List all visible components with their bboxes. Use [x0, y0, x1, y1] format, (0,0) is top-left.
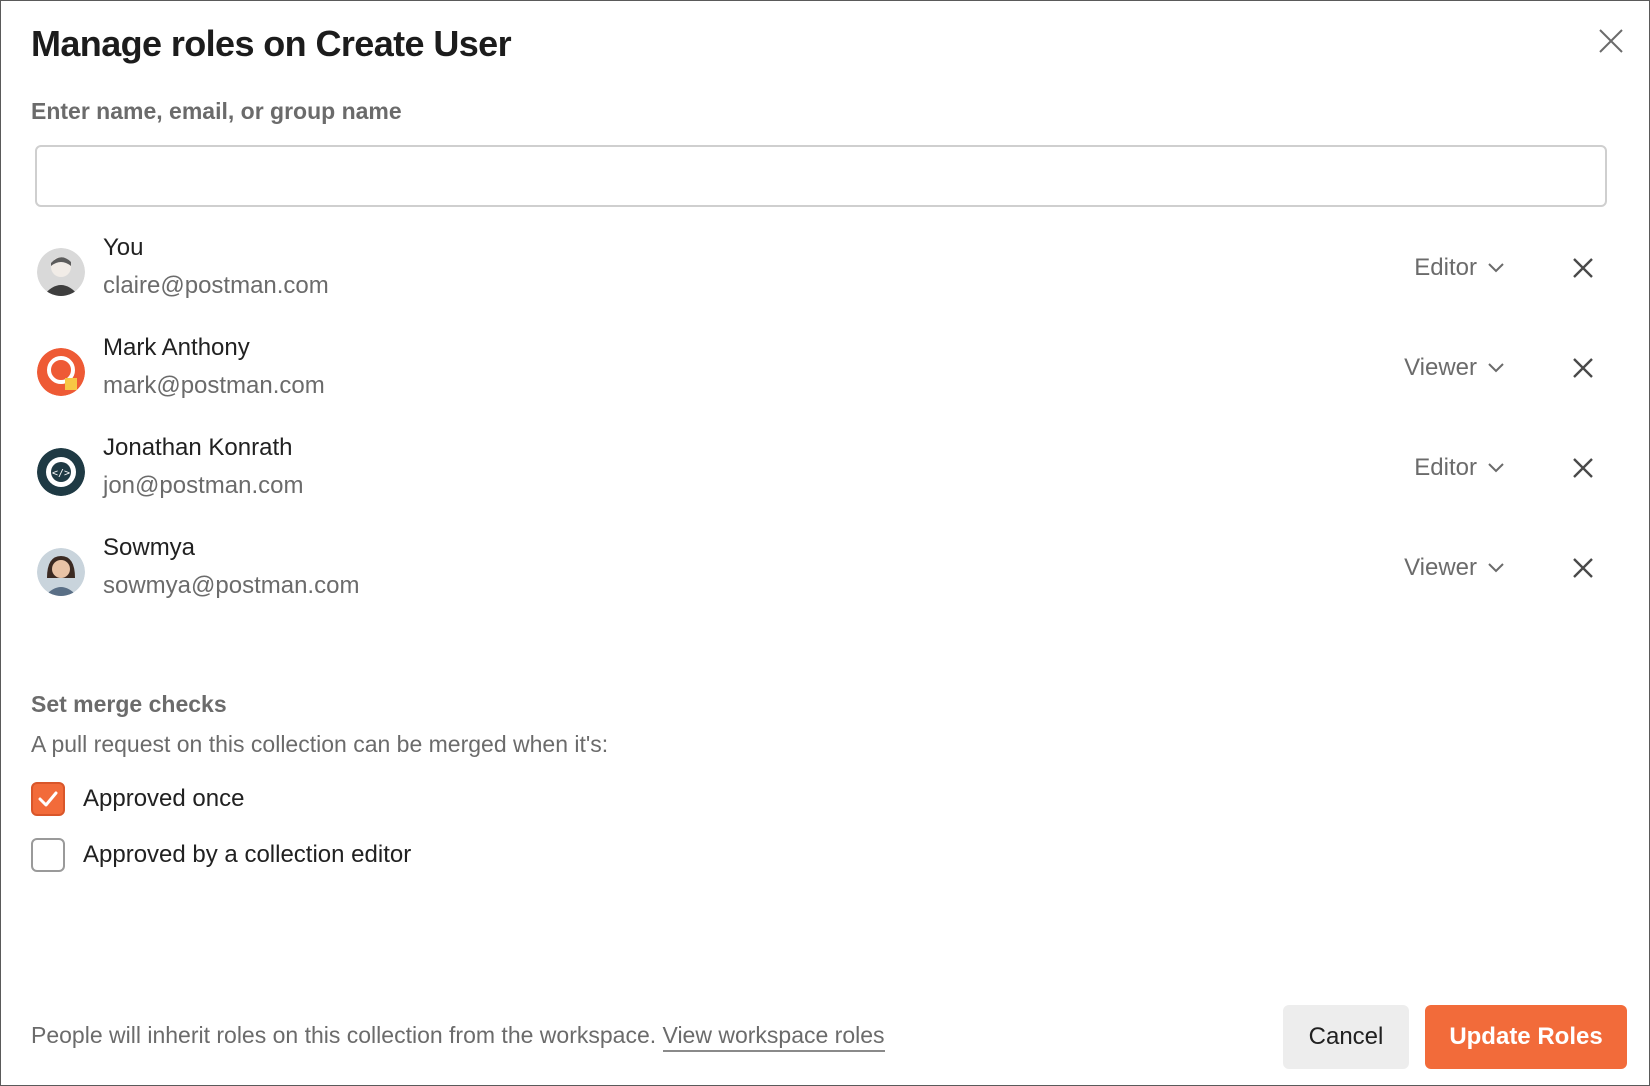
- remove-member-button[interactable]: [1565, 350, 1601, 386]
- checkbox-unchecked[interactable]: [31, 838, 65, 872]
- photo-avatar-icon: [37, 548, 85, 596]
- update-roles-button[interactable]: Update Roles: [1425, 1005, 1627, 1069]
- chevron-down-icon: [1488, 463, 1504, 473]
- approved-by-editor-checkbox[interactable]: Approved by a collection editor: [31, 836, 411, 874]
- dialog-title: Manage roles on Create User: [31, 23, 512, 64]
- search-input[interactable]: [35, 145, 1607, 207]
- approved-once-checkbox[interactable]: Approved once: [31, 780, 244, 818]
- member-email: jon@postman.com: [103, 472, 304, 499]
- role-dropdown[interactable]: Editor: [1414, 448, 1505, 488]
- chevron-down-icon: [1488, 263, 1504, 273]
- member-email: claire@postman.com: [103, 272, 329, 299]
- footer-note-text: People will inherit roles on this collec…: [31, 1022, 657, 1048]
- member-name: Mark Anthony: [103, 334, 250, 361]
- merge-checks-title: Set merge checks: [31, 691, 227, 717]
- checkbox-checked[interactable]: [31, 782, 65, 816]
- svg-text:</>: </>: [52, 468, 70, 479]
- role-dropdown[interactable]: Editor: [1414, 248, 1505, 288]
- photo-avatar-icon: [37, 248, 85, 296]
- close-icon: [1599, 29, 1623, 53]
- role-label: Editor: [1414, 254, 1477, 281]
- close-icon: [1573, 258, 1593, 278]
- role-label: Viewer: [1404, 354, 1477, 381]
- close-icon: [1573, 458, 1593, 478]
- member-row: </> Jonathan Konrath jon@postman.com Edi…: [31, 426, 1621, 516]
- role-label: Viewer: [1404, 554, 1477, 581]
- close-icon: [1573, 358, 1593, 378]
- view-workspace-roles-link[interactable]: View workspace roles: [662, 1022, 885, 1052]
- footer-note: People will inherit roles on this collec…: [31, 1022, 885, 1052]
- member-name: You: [103, 234, 144, 261]
- manage-roles-dialog: Manage roles on Create User Enter name, …: [0, 0, 1650, 1086]
- remove-member-button[interactable]: [1565, 450, 1601, 486]
- remove-member-button[interactable]: [1565, 250, 1601, 286]
- check-icon: [38, 791, 58, 807]
- postman-orange-avatar-icon: [37, 348, 85, 396]
- checkbox-label: Approved by a collection editor: [83, 841, 412, 868]
- postman-robot-avatar-icon: </>: [37, 448, 85, 496]
- remove-member-button[interactable]: [1565, 550, 1601, 586]
- close-icon: [1573, 558, 1593, 578]
- member-row: You claire@postman.com Editor: [31, 226, 1621, 316]
- role-dropdown[interactable]: Viewer: [1404, 348, 1505, 388]
- member-row: Sowmya sowmya@postman.com Viewer: [31, 526, 1621, 616]
- member-row: Mark Anthony mark@postman.com Viewer: [31, 326, 1621, 416]
- search-label: Enter name, email, or group name: [31, 98, 402, 124]
- close-dialog-button[interactable]: [1595, 25, 1627, 57]
- cancel-button[interactable]: Cancel: [1283, 1005, 1409, 1069]
- merge-checks-description: A pull request on this collection can be…: [31, 731, 609, 757]
- member-email: sowmya@postman.com: [103, 572, 360, 599]
- role-dropdown[interactable]: Viewer: [1404, 548, 1505, 588]
- member-email: mark@postman.com: [103, 372, 325, 399]
- member-name: Jonathan Konrath: [103, 434, 293, 461]
- chevron-down-icon: [1488, 563, 1504, 573]
- member-name: Sowmya: [103, 534, 196, 561]
- role-label: Editor: [1414, 454, 1477, 481]
- checkbox-label: Approved once: [83, 785, 245, 812]
- chevron-down-icon: [1488, 363, 1504, 373]
